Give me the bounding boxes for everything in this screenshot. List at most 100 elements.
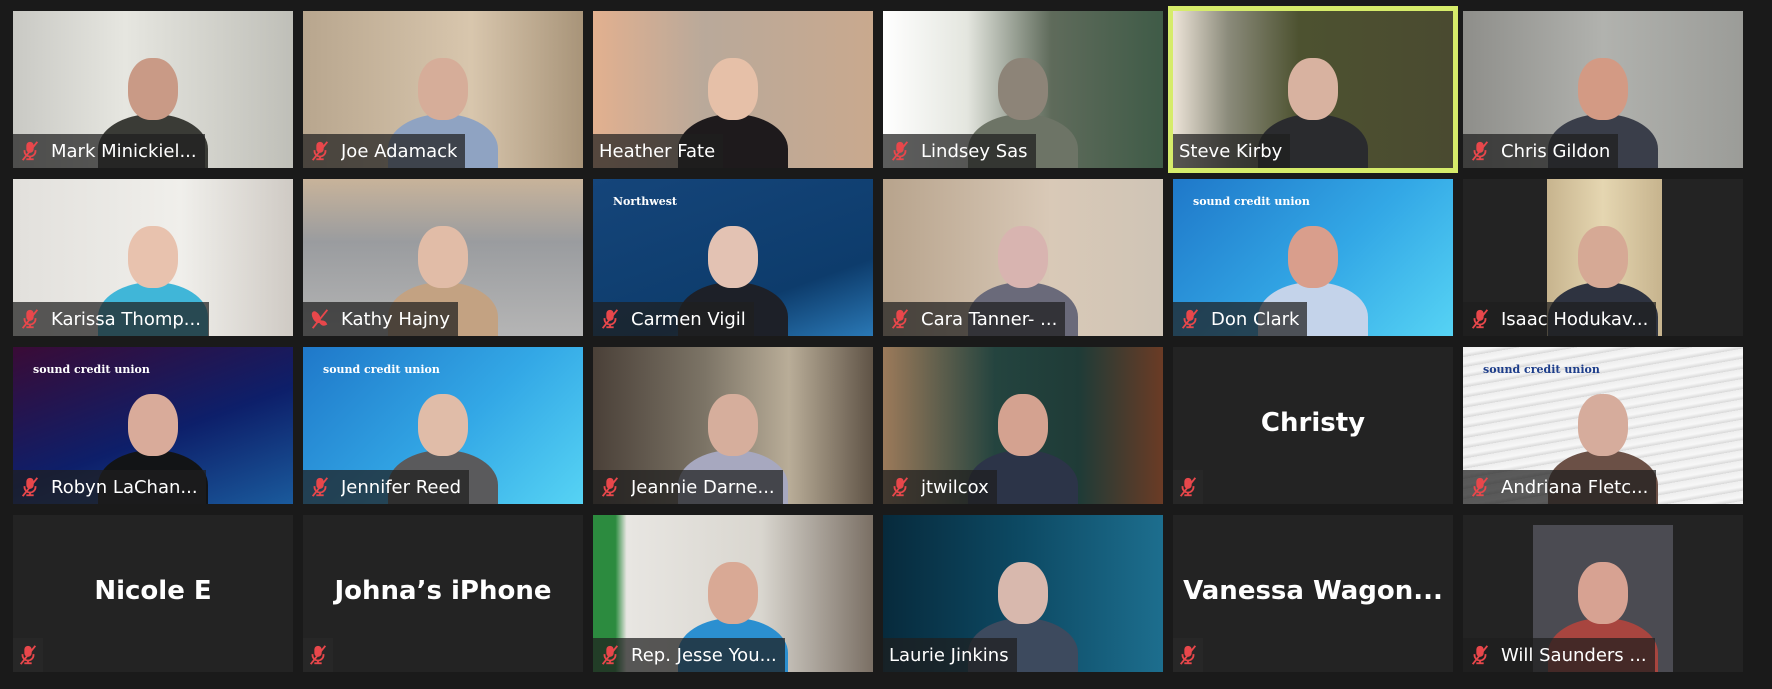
participant-head xyxy=(128,394,178,456)
name-label: Steve Kirby xyxy=(1173,134,1291,168)
muted-microphone-icon xyxy=(1471,477,1489,497)
participant-head xyxy=(998,58,1048,120)
participant-tile[interactable]: Nicole E xyxy=(13,515,293,672)
participant-name: Mark Minickiel... xyxy=(51,140,197,162)
muted-microphone-icon xyxy=(601,645,619,665)
name-label: jtwilcox xyxy=(883,470,997,504)
participant-tile[interactable]: Northwest Carmen Vigil xyxy=(593,179,873,336)
muted-microphone-icon xyxy=(21,477,39,497)
participant-tile[interactable]: Heather Fate xyxy=(593,11,873,168)
participant-tile[interactable]: Cara Tanner- ... xyxy=(883,179,1163,336)
participant-name: Johna’s iPhone xyxy=(334,575,552,606)
participant-head xyxy=(128,58,178,120)
muted-microphone-icon xyxy=(21,141,39,161)
participant-head xyxy=(1288,58,1338,120)
muted-microphone-icon xyxy=(21,309,39,329)
name-label: Jeannie Darne... xyxy=(593,470,783,504)
participant-name: Jennifer Reed xyxy=(341,476,462,498)
name-label: Joe Adamack xyxy=(303,134,466,168)
participant-tile[interactable]: Chris Gildon xyxy=(1463,11,1743,168)
participant-head xyxy=(128,226,178,288)
muted-microphone-icon xyxy=(19,645,37,665)
name-label: Mark Minickiel... xyxy=(13,134,205,168)
participant-head xyxy=(998,226,1048,288)
muted-microphone-icon xyxy=(601,477,619,497)
mute-indicator xyxy=(1173,470,1203,504)
participant-name: Heather Fate xyxy=(599,140,716,162)
participant-head xyxy=(1578,58,1628,120)
participant-head xyxy=(708,58,758,120)
participant-tile[interactable]: sound credit union Don Clark xyxy=(1173,179,1453,336)
muted-microphone-icon xyxy=(309,645,327,665)
muted-microphone-icon xyxy=(1471,141,1489,161)
participant-tile[interactable]: Vanessa Wagon... xyxy=(1173,515,1453,672)
participant-name: Karissa Thomp... xyxy=(51,308,201,330)
participant-tile[interactable]: sound credit union Robyn LaChan... xyxy=(13,347,293,504)
participant-head xyxy=(1578,226,1628,288)
participant-name: Chris Gildon xyxy=(1501,140,1611,162)
muted-microphone-icon xyxy=(1179,477,1197,497)
participant-head xyxy=(418,226,468,288)
participant-name: Vanessa Wagon... xyxy=(1183,575,1443,606)
name-label: Lindsey Sas xyxy=(883,134,1036,168)
participant-tile[interactable]: jtwilcox xyxy=(883,347,1163,504)
participant-name: Laurie Jinkins xyxy=(889,644,1009,666)
participant-tile[interactable]: Joe Adamack xyxy=(303,11,583,168)
muted-microphone-icon xyxy=(1471,309,1489,329)
participant-tile[interactable]: Christy xyxy=(1173,347,1453,504)
participant-name: Rep. Jesse You... xyxy=(631,644,777,666)
participant-tile[interactable]: Karissa Thomp... xyxy=(13,179,293,336)
participant-head xyxy=(1288,226,1338,288)
mute-indicator xyxy=(1173,638,1203,672)
participant-tile[interactable]: sound credit union Andriana Fletc... xyxy=(1463,347,1743,504)
participant-tile[interactable]: Mark Minickiel... xyxy=(13,11,293,168)
name-label: Chris Gildon xyxy=(1463,134,1619,168)
muted-microphone-icon xyxy=(311,309,329,329)
muted-microphone-icon xyxy=(311,477,329,497)
name-label: Andriana Fletc... xyxy=(1463,470,1657,504)
participant-tile[interactable]: Jeannie Darne... xyxy=(593,347,873,504)
participant-name: Jeannie Darne... xyxy=(631,476,775,498)
background-logo: sound credit union xyxy=(1193,195,1310,208)
muted-microphone-icon xyxy=(1179,645,1197,665)
name-label: Robyn LaChan... xyxy=(13,470,206,504)
muted-microphone-icon xyxy=(891,141,909,161)
participant-head xyxy=(708,226,758,288)
name-label: Laurie Jinkins xyxy=(883,638,1017,672)
participant-tile[interactable]: Isaac Hodukav... xyxy=(1463,179,1743,336)
muted-microphone-icon xyxy=(1471,645,1489,665)
participant-name: Robyn LaChan... xyxy=(51,476,198,498)
participant-name: Will Saunders ... xyxy=(1501,644,1647,666)
participant-head xyxy=(418,58,468,120)
participant-tile[interactable]: Rep. Jesse You... xyxy=(593,515,873,672)
muted-microphone-icon xyxy=(1181,309,1199,329)
participant-tile[interactable]: Steve Kirby xyxy=(1168,6,1458,173)
participant-name: Isaac Hodukav... xyxy=(1501,308,1649,330)
name-label: Karissa Thomp... xyxy=(13,302,209,336)
name-label: Will Saunders ... xyxy=(1463,638,1655,672)
participant-tile[interactable]: Kathy Hajny xyxy=(303,179,583,336)
participant-tile[interactable]: sound credit union Jennifer Reed xyxy=(303,347,583,504)
background-logo: sound credit union xyxy=(33,363,150,376)
participant-tile[interactable]: Laurie Jinkins xyxy=(883,515,1163,672)
muted-microphone-icon xyxy=(601,309,619,329)
participant-name: Kathy Hajny xyxy=(341,308,450,330)
participant-head xyxy=(1578,562,1628,624)
participant-tile[interactable]: Will Saunders ... xyxy=(1463,515,1743,672)
background-logo: sound credit union xyxy=(1483,363,1600,376)
participant-name: jtwilcox xyxy=(921,476,989,498)
name-label: Cara Tanner- ... xyxy=(883,302,1066,336)
participant-tile[interactable]: Lindsey Sas xyxy=(883,11,1163,168)
participant-tile[interactable]: Johna’s iPhone xyxy=(303,515,583,672)
participant-head xyxy=(1578,394,1628,456)
mute-indicator xyxy=(13,638,43,672)
participant-head xyxy=(418,394,468,456)
participant-name: Carmen Vigil xyxy=(631,308,746,330)
name-label: Don Clark xyxy=(1173,302,1308,336)
participant-name: Don Clark xyxy=(1211,308,1300,330)
participant-name: Cara Tanner- ... xyxy=(921,308,1058,330)
muted-microphone-icon xyxy=(311,141,329,161)
gallery-grid: Mark Minickiel... Joe Adamack Heather Fat… xyxy=(13,6,1745,673)
participant-head xyxy=(998,394,1048,456)
mute-indicator xyxy=(303,638,333,672)
